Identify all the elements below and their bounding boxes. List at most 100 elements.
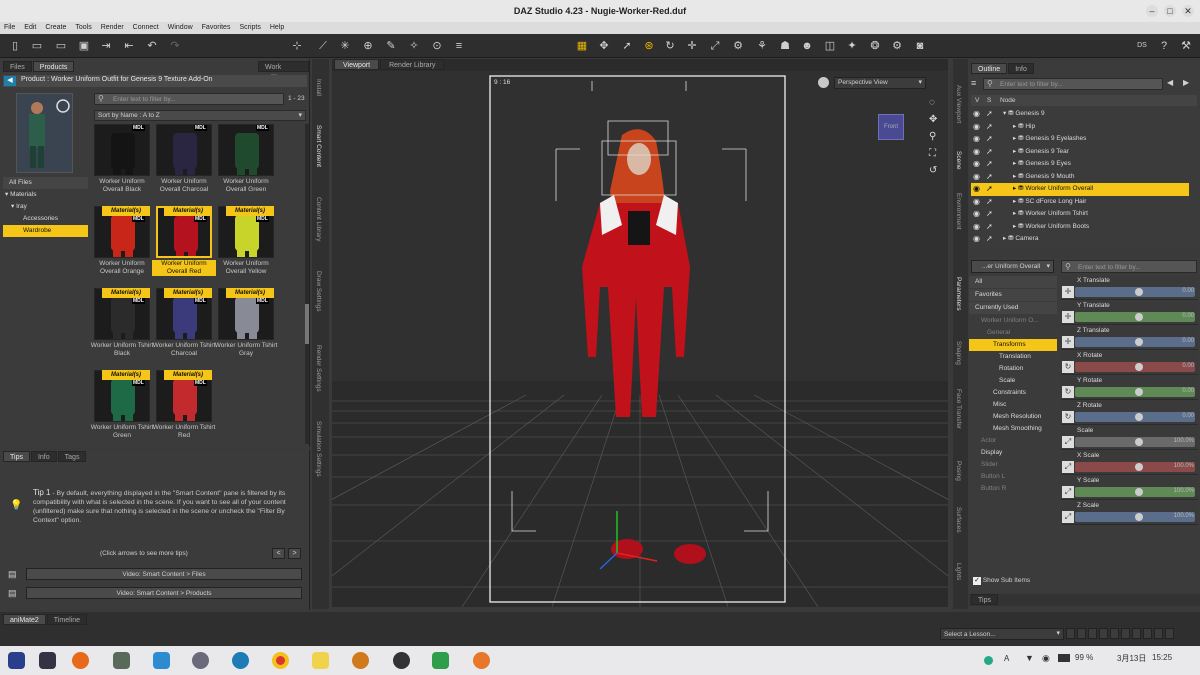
side-tab-content-library[interactable]: Content Library: [315, 197, 322, 241]
eye-icon[interactable]: ◉: [973, 233, 980, 245]
menu-edit[interactable]: Edit: [24, 22, 36, 34]
eye-icon[interactable]: ◉: [973, 221, 980, 233]
menu-create[interactable]: Create: [45, 22, 66, 34]
param-slider-row[interactable]: Y Rotate ↻ 0.00: [1061, 376, 1198, 400]
step-button[interactable]: [1066, 628, 1075, 639]
sort-select[interactable]: Sort by Name : A to Z ▾: [94, 110, 306, 121]
ds-icon[interactable]: DS: [1135, 39, 1149, 53]
side-tab-install[interactable]: Install: [315, 79, 322, 96]
checkbox-checked-icon[interactable]: ✓: [973, 577, 981, 585]
param-group[interactable]: Constraints: [969, 387, 1057, 399]
scene-node[interactable]: ◉ ➚ ▸ ⛃ Genesis 9 Mouth: [971, 171, 1189, 184]
tab-info[interactable]: Info: [30, 451, 57, 462]
param-group[interactable]: Currently Used: [969, 302, 1057, 314]
eye-icon[interactable]: ◉: [973, 133, 980, 145]
category-iray[interactable]: ▾ Iray: [3, 201, 88, 213]
param-slider[interactable]: [1075, 362, 1195, 372]
node-expand-icon[interactable]: ▸ ⛃: [1013, 185, 1025, 192]
scene-node[interactable]: ◉ ➚ ▸ ⛃ Genesis 9 Tear: [971, 146, 1189, 159]
eye-icon[interactable]: ◉: [973, 146, 980, 158]
menu-tools[interactable]: Tools: [75, 22, 91, 34]
step-button[interactable]: [1099, 628, 1108, 639]
menu-favorites[interactable]: Favorites: [202, 22, 231, 34]
scene-node[interactable]: ◉ ➚ ▸ ⛃ Hip: [971, 121, 1189, 134]
obs-icon[interactable]: [393, 652, 410, 669]
render-icon[interactable]: ◙: [913, 39, 927, 53]
param-slider[interactable]: [1075, 312, 1195, 322]
work-offline-button[interactable]: Work Offline: [258, 61, 309, 82]
scene-node[interactable]: ◉ ➚ ▸ ⛃ Worker Uniform Tshirt: [971, 208, 1189, 221]
side-tab-surfaces[interactable]: Surfaces: [955, 507, 962, 533]
tab-files[interactable]: Files: [3, 61, 32, 72]
side-tab-shaping[interactable]: Shaping: [955, 341, 962, 365]
menu-scripts[interactable]: Scripts: [239, 22, 260, 34]
export-icon[interactable]: ⇤: [122, 39, 136, 53]
step-button[interactable]: [1077, 628, 1086, 639]
param-slider-row[interactable]: Z Translate ✛ 0.00: [1061, 326, 1198, 350]
select-arrow-icon[interactable]: ➚: [986, 146, 993, 158]
node-expand-icon[interactable]: ▸ ⛃: [1013, 210, 1025, 217]
figure-icon[interactable]: ☗: [778, 39, 792, 53]
param-group[interactable]: Button R: [969, 483, 1057, 495]
menu-icon[interactable]: ≡: [971, 78, 976, 88]
side-tab-posing[interactable]: Posing: [955, 461, 962, 481]
param-value[interactable]: 100.0%: [1174, 513, 1194, 519]
video-smart-content-products-button[interactable]: Video: Smart Content > Products: [26, 587, 302, 599]
param-value[interactable]: 0.00: [1182, 288, 1194, 294]
daz-studio-icon[interactable]: [352, 652, 369, 669]
content-filter-input[interactable]: ⚲ Enter text to filter by...: [94, 93, 284, 105]
grid-scrollbar-thumb[interactable]: [305, 304, 309, 344]
param-slider-row[interactable]: Y Translate ✛ 0.00: [1061, 301, 1198, 325]
light-icon[interactable]: ✦: [845, 39, 859, 53]
param-slider[interactable]: [1075, 337, 1195, 347]
brush-icon[interactable]: ❂: [868, 39, 882, 53]
select-arrow-icon[interactable]: ➚: [986, 133, 993, 145]
new-scene-icon[interactable]: ▯: [8, 39, 22, 53]
slider-knob[interactable]: [1135, 338, 1143, 346]
ime-indicator[interactable]: A: [1004, 654, 1009, 663]
scene-node[interactable]: ◉ ➚ ▸ ⛃ Genesis 9 Eyes: [971, 158, 1189, 171]
product-thumbnail[interactable]: [16, 93, 73, 173]
scene-node[interactable]: ◉ ➚ ▸ ⛃ Worker Uniform Overall: [971, 183, 1189, 196]
param-slider[interactable]: [1075, 412, 1195, 422]
slider-knob[interactable]: [1135, 363, 1143, 371]
import-icon[interactable]: ⇥: [99, 39, 113, 53]
translate-icon[interactable]: ✛: [685, 39, 699, 53]
close-button[interactable]: ✕: [1182, 5, 1194, 17]
back-arrow-icon[interactable]: ◀: [4, 76, 16, 86]
transform-icon[interactable]: ⚙: [731, 39, 745, 53]
menu-render[interactable]: Render: [101, 22, 124, 34]
content-thumbnail[interactable]: [218, 124, 274, 176]
category-accessories[interactable]: Accessories: [3, 213, 88, 225]
menu-window[interactable]: Window: [168, 22, 193, 34]
tab-animate2[interactable]: aniMate2: [3, 614, 46, 625]
camera-select[interactable]: Perspective View ▾: [834, 77, 926, 89]
workspaces-icon[interactable]: [39, 652, 56, 669]
select-arrow-icon[interactable]: ➚: [986, 158, 993, 170]
param-group[interactable]: Transforms: [969, 339, 1057, 351]
volume-icon[interactable]: ▼: [1025, 653, 1034, 663]
step-button[interactable]: [1154, 628, 1163, 639]
content-thumbnail[interactable]: [156, 124, 212, 176]
side-tab-simulation-settings[interactable]: Simulation Settings: [315, 421, 322, 477]
node-expand-icon[interactable]: ▸ ⛃: [1013, 198, 1025, 205]
param-group[interactable]: Worker Uniform O...: [969, 315, 1057, 327]
side-tab-environment[interactable]: Environment: [955, 193, 962, 230]
remote-desktop-icon[interactable]: [232, 652, 249, 669]
param-value[interactable]: 100.0%: [1174, 463, 1194, 469]
list-icon[interactable]: ≡: [452, 39, 466, 53]
wifi-icon[interactable]: ◉: [1042, 653, 1050, 664]
scene-filter-input[interactable]: ⚲ Enter text to filter by...: [983, 78, 1163, 90]
orbit-icon[interactable]: ↺: [929, 162, 937, 179]
notes-icon[interactable]: [312, 652, 329, 669]
param-group[interactable]: Favorites: [969, 289, 1057, 301]
param-value[interactable]: 0.00: [1182, 363, 1194, 369]
geometry-editor-icon[interactable]: ⊕: [361, 39, 375, 53]
render-settings-icon[interactable]: ⚙: [890, 39, 904, 53]
param-value[interactable]: 0.00: [1182, 388, 1194, 394]
scene-node[interactable]: ◉ ➚ ▸ ⛃ Worker Uniform Boots: [971, 221, 1189, 234]
param-slider-row[interactable]: Z Scale ⤢ 100.0%: [1061, 501, 1198, 525]
side-tab-draw-settings[interactable]: Draw Settings: [315, 271, 322, 311]
side-tab-lights[interactable]: Lights: [955, 563, 962, 580]
node-selection-icon[interactable]: ▦: [575, 39, 589, 53]
